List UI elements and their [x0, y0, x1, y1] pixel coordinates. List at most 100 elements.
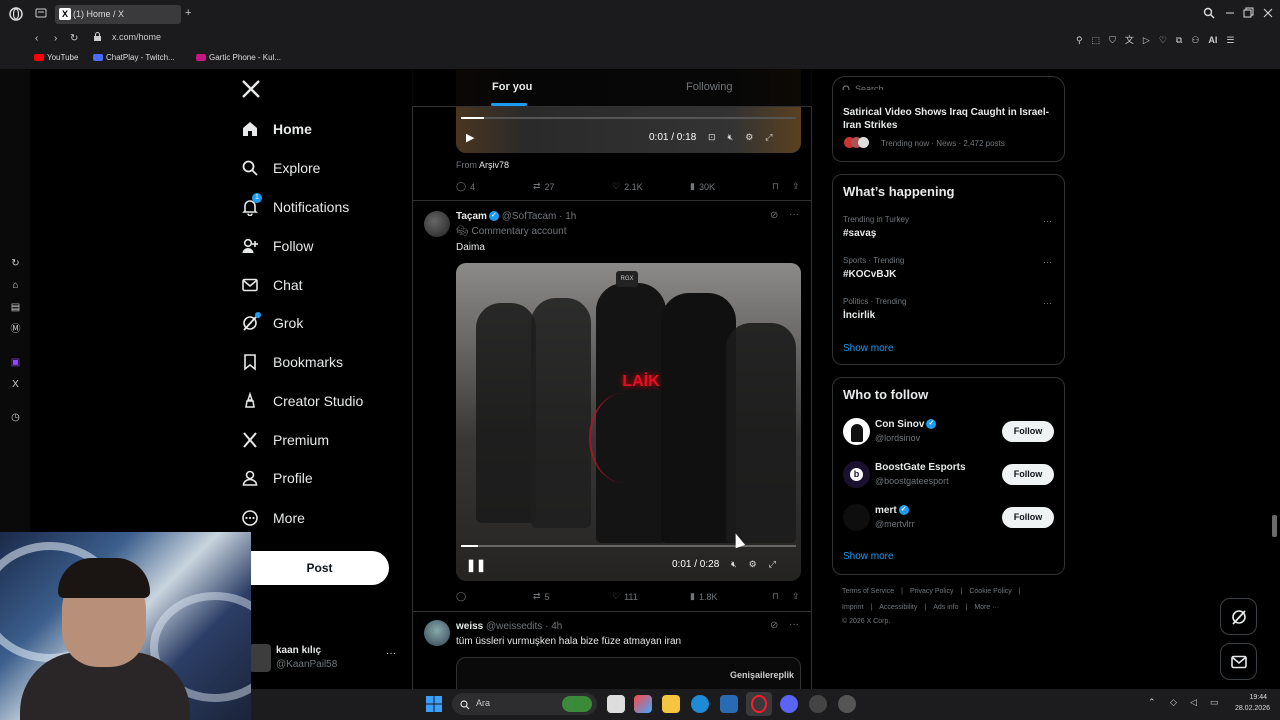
captions-icon[interactable]: ⊡ [708, 132, 716, 143]
app-icon[interactable] [838, 695, 856, 713]
nav-home[interactable]: Home [241, 114, 312, 144]
show-more-link[interactable]: Show more [843, 343, 894, 354]
translate-icon[interactable]: 文 [1125, 33, 1134, 47]
author-handle[interactable]: @weissedits [486, 621, 542, 632]
bookmark-gartic[interactable]: Gartic Phone - Kul... [196, 53, 281, 62]
author-name[interactable]: weiss [456, 621, 483, 632]
clock-time[interactable]: 19:44 [1229, 694, 1267, 701]
follow-suggestion[interactable]: b BoostGate Esports @boostgateesport Fol… [833, 459, 1064, 493]
nav-explore[interactable]: Explore [241, 153, 320, 183]
tab-for-you[interactable]: For you [492, 81, 532, 93]
nav-follow[interactable]: Follow [241, 231, 313, 261]
reply-button[interactable]: ◯ [456, 591, 533, 602]
clock-date[interactable]: 28.02.2026 [1226, 705, 1270, 712]
battery-icon[interactable]: ▭ [1210, 697, 1219, 708]
post2-video[interactable]: LAİK RGX ❚❚ 0:01 / 0:28 🔇︎ ⚙ ⤢ [456, 263, 801, 581]
sidebar-m-icon[interactable]: Ⓜ [9, 323, 22, 336]
mute-icon[interactable]: 🔇︎ [731, 559, 737, 570]
taskbar-search[interactable]: Ara [452, 693, 597, 715]
follow-button[interactable]: Follow [1002, 507, 1054, 528]
more-dots-icon[interactable]: ··· [1043, 257, 1052, 267]
menu-icon[interactable]: ☰ [1226, 33, 1234, 47]
search-tabs-icon[interactable] [1203, 7, 1215, 23]
more-dots-icon[interactable]: ··· [1043, 216, 1052, 226]
messages-float-button[interactable] [1220, 643, 1257, 680]
network-icon[interactable]: ◇ [1170, 697, 1177, 708]
snapshot-icon[interactable]: ⬚ [1092, 33, 1101, 47]
footer-imprint-link[interactable]: Imprint [842, 604, 863, 611]
steam-icon[interactable] [809, 695, 827, 713]
tab-following[interactable]: Following [686, 81, 732, 93]
video-progress[interactable] [461, 117, 796, 119]
volume-icon[interactable]: ◁ [1190, 697, 1197, 708]
sidebar-refresh-icon[interactable]: ↻ [9, 257, 22, 270]
more-dots-icon[interactable]: ··· [1043, 298, 1052, 308]
reload-button[interactable]: ↻ [70, 32, 78, 46]
nav-grok[interactable]: Grok [241, 308, 303, 338]
follow-suggestion[interactable]: mert ✓ @mertvlrr Follow [833, 502, 1064, 536]
settings-icon[interactable]: ⚙ [749, 559, 757, 570]
forward-button[interactable]: › [54, 32, 57, 46]
source-link[interactable]: Arşiv78 [479, 160, 509, 170]
post-button[interactable]: Post [234, 551, 389, 585]
nav-profile[interactable]: Profile [241, 463, 313, 493]
nav-creator-studio[interactable]: Creator Studio [241, 386, 363, 416]
page-scrollbar[interactable] [1272, 515, 1277, 537]
extensions-icon[interactable]: ⧉ [1176, 33, 1182, 47]
repost-button[interactable]: ⇄ 5 [533, 591, 612, 602]
post-more-icon[interactable]: ··· [789, 209, 799, 220]
like-button[interactable]: ♡ 111 [612, 591, 690, 602]
shield-icon[interactable]: ⛉ [1109, 33, 1116, 47]
like-button[interactable]: ♡ 2.1K [612, 181, 690, 192]
trend-item[interactable]: Sports · Trending #KOCvBJK ··· [833, 254, 1064, 290]
footer-privacy-link[interactable]: Privacy Policy [910, 588, 954, 595]
grok-post-icon[interactable]: ⊘ [770, 620, 778, 631]
copilot-icon[interactable] [634, 695, 652, 713]
new-tab-button[interactable]: + [185, 6, 191, 20]
more-dots-icon[interactable]: ··· [386, 648, 396, 659]
account-icon[interactable]: ⚇ [1191, 33, 1199, 47]
nav-premium[interactable]: Premium [241, 425, 329, 455]
author-name[interactable]: Taçam [456, 211, 487, 222]
footer-terms-link[interactable]: Terms of Service [842, 588, 894, 595]
nav-chat[interactable]: Chat [241, 270, 303, 300]
fullscreen-icon[interactable]: ⤢ [765, 132, 772, 143]
views-button[interactable]: ▮ 30K [690, 181, 772, 192]
bookmark-button[interactable]: ⊓ [772, 591, 792, 602]
play-icon[interactable]: ▷ [1143, 33, 1150, 47]
discord-icon[interactable] [780, 695, 798, 713]
bookmark-youtube[interactable]: YouTube [34, 53, 78, 62]
pin-icon[interactable]: ⚲ [1076, 33, 1083, 47]
avatar[interactable] [424, 620, 450, 646]
opera-taskbar-button[interactable] [746, 692, 772, 716]
sidebar-aria-icon[interactable]: ⌂ [9, 279, 22, 292]
minimize-button[interactable] [1224, 7, 1236, 23]
follow-suggestion[interactable]: Con Sinov ✓ @lordsinov Follow [833, 416, 1064, 450]
nav-more[interactable]: More [241, 503, 305, 533]
share-button[interactable]: ⇪ [792, 181, 800, 192]
sidebar-twitch-icon[interactable]: ▣ [9, 356, 22, 369]
post-more-icon[interactable]: ··· [789, 619, 799, 630]
settings-icon[interactable]: ⚙ [745, 132, 753, 143]
reply-button[interactable]: ◯ 4 [456, 181, 533, 192]
footer-more-link[interactable]: More ··· [974, 604, 999, 611]
url-field[interactable]: x.com/home [112, 32, 161, 42]
play-icon[interactable]: ▶ [466, 131, 474, 144]
nav-bookmarks[interactable]: Bookmarks [241, 347, 343, 377]
pause-icon[interactable]: ❚❚ [466, 558, 486, 572]
back-button[interactable]: ‹ [35, 32, 38, 46]
heart-icon[interactable]: ♡ [1159, 33, 1167, 47]
trend-item[interactable]: Trending in Turkey #savaş ··· [833, 213, 1064, 249]
restore-button[interactable] [1242, 7, 1254, 23]
file-explorer-icon[interactable] [662, 695, 680, 713]
task-view-icon[interactable] [607, 695, 625, 713]
close-window-button[interactable] [1262, 7, 1274, 23]
views-button[interactable]: ▮ 1.8K [690, 591, 772, 602]
tray-chevron-icon[interactable]: ⌃ [1148, 697, 1156, 708]
opera-logo-icon[interactable] [9, 7, 23, 25]
grok-post-icon[interactable]: ⊘ [770, 210, 778, 221]
nav-notifications[interactable]: 1 Notifications [241, 192, 349, 222]
top-trend-card[interactable]: Satirical Video Shows Iraq Caught in Isr… [832, 90, 1065, 162]
post-time[interactable]: · 1h [559, 211, 576, 222]
avatar[interactable] [424, 211, 450, 237]
